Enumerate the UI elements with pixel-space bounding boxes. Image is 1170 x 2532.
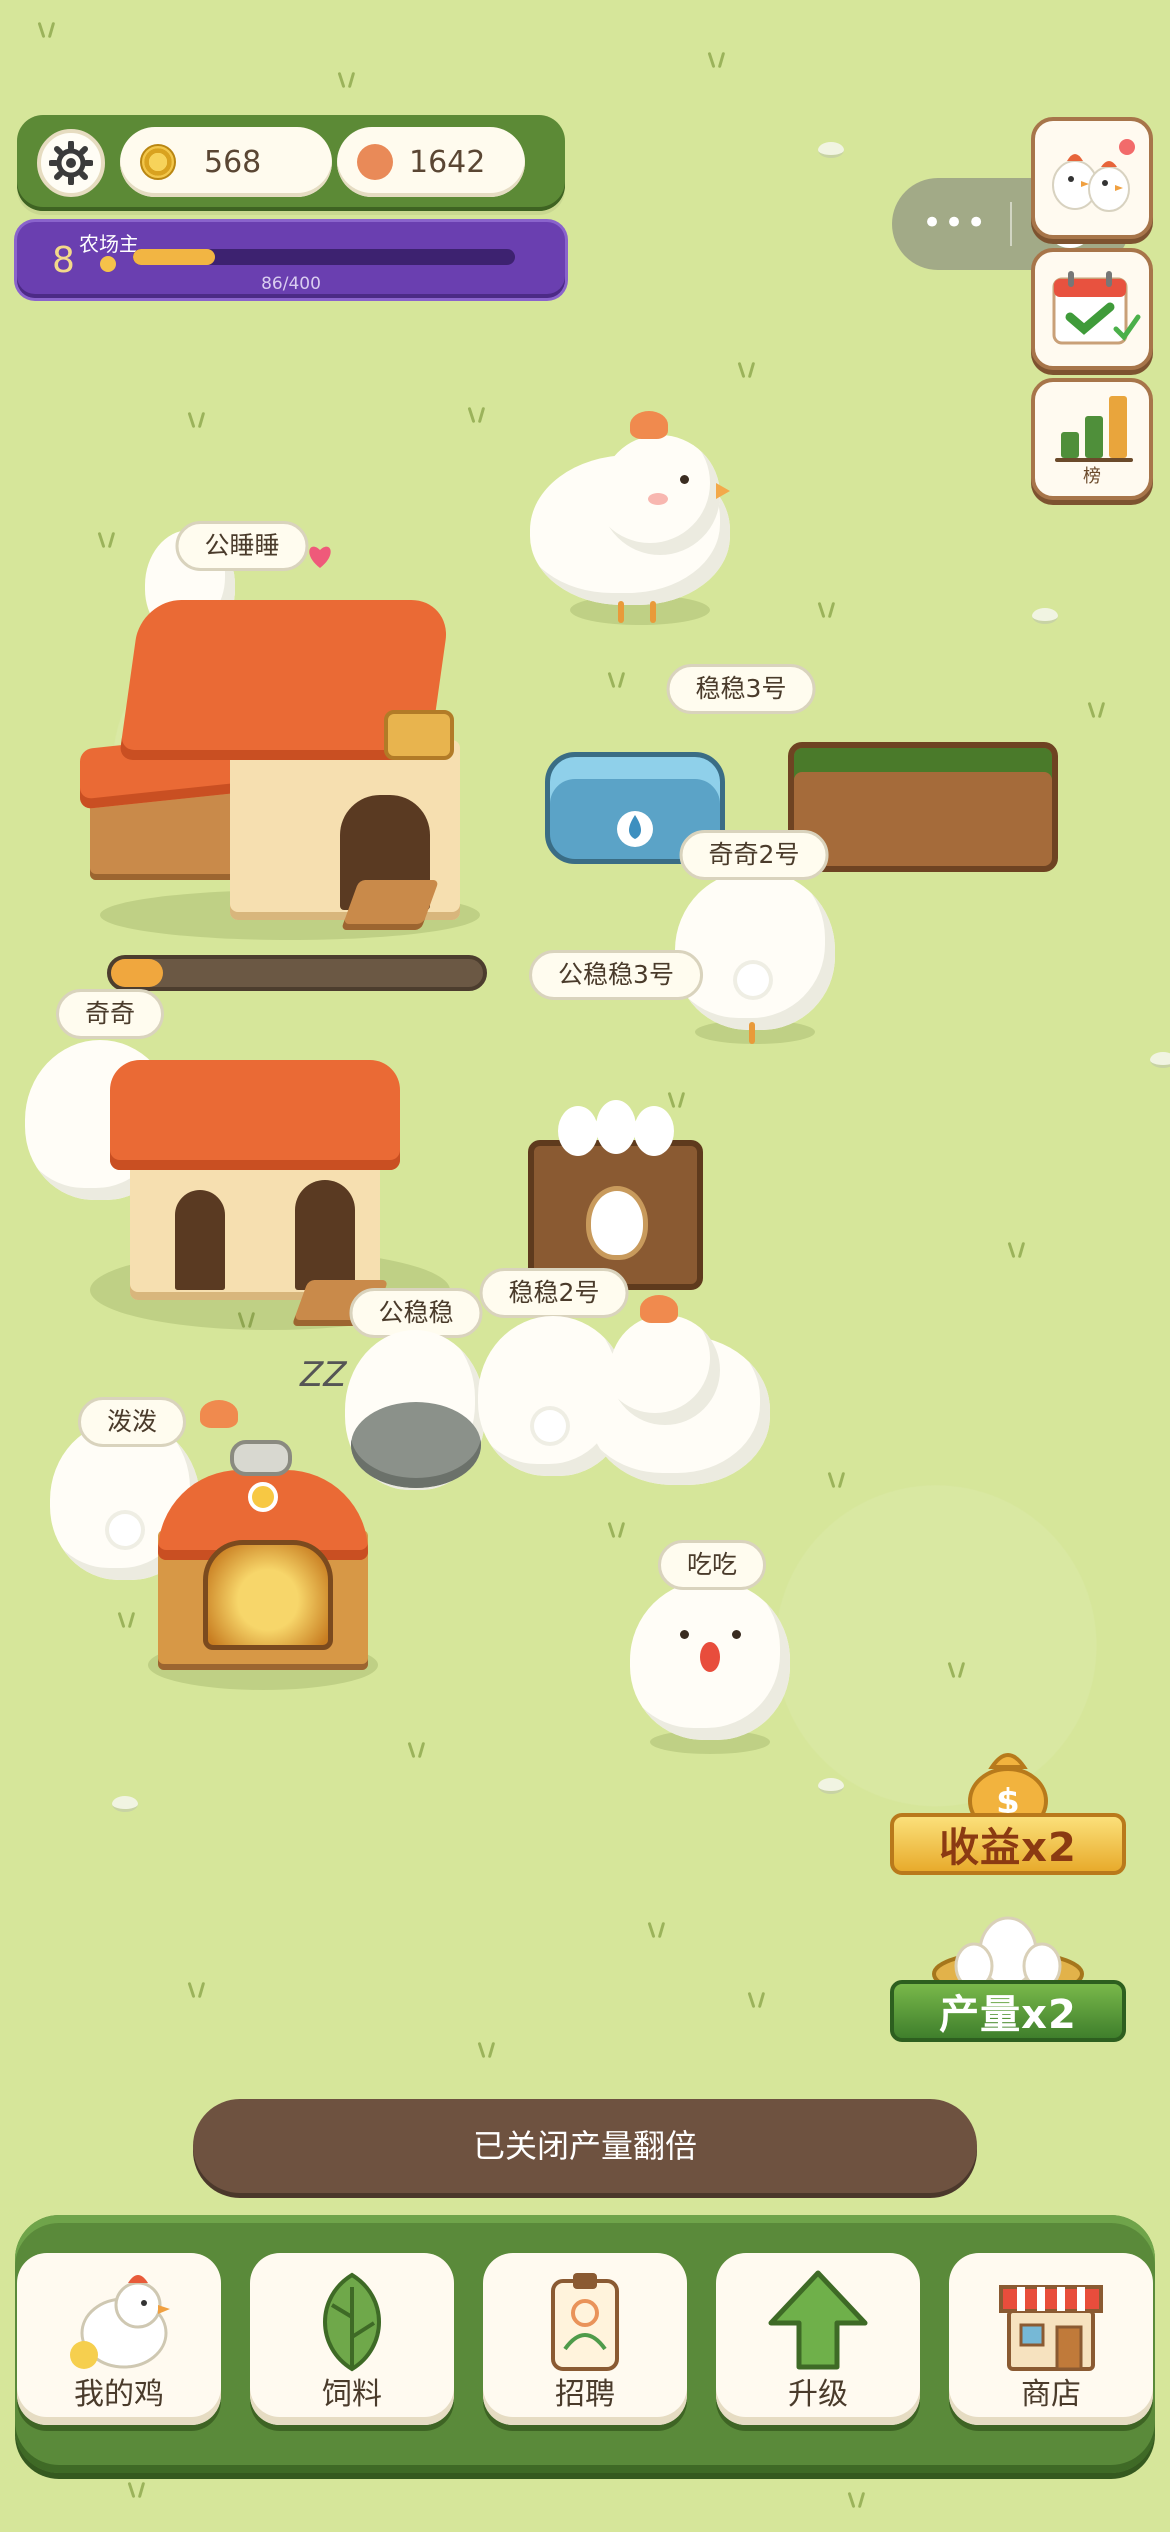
- capsule-divider: [1010, 202, 1012, 246]
- xp-text: 86/400: [261, 274, 321, 294]
- nav-label: 升级: [788, 2377, 848, 2412]
- coop-progress-bar: [107, 955, 487, 991]
- gem-counter[interactable]: 1642: [337, 127, 525, 197]
- nav-my-chickens[interactable]: 我的鸡: [17, 2253, 221, 2425]
- feed-box[interactable]: [788, 742, 1058, 872]
- nav-recruit[interactable]: 招聘: [483, 2253, 687, 2425]
- xp-progress-track: [133, 249, 515, 265]
- chicken-family-button[interactable]: [1031, 117, 1153, 239]
- chicken-chichi[interactable]: [630, 1560, 790, 1760]
- bottom-navigation: 我的鸡 饲料 招聘 升级 商店: [15, 2215, 1155, 2473]
- income-double-label: 收益x2: [890, 1813, 1126, 1875]
- comb: [630, 411, 668, 439]
- id-badge-icon: [551, 2273, 619, 2371]
- chicken-name-tag: 吃吃: [657, 1540, 767, 1590]
- nav-feed[interactable]: 饲料: [250, 2253, 454, 2425]
- level-star-icon: [100, 256, 116, 272]
- income-double-button[interactable]: $ 收益x2: [890, 1745, 1126, 1885]
- chicken-name-tag: 稳稳3号: [666, 664, 816, 714]
- chicken-walking[interactable]: [530, 405, 740, 635]
- incubator[interactable]: [148, 1440, 378, 1690]
- leaderboard-button[interactable]: 榜: [1031, 378, 1153, 500]
- resource-bar: 568 1642: [17, 115, 565, 211]
- water-drop-icon: [617, 811, 653, 847]
- chicken-resting[interactable]: [590, 1295, 770, 1495]
- chicken-qiqi2[interactable]: [675, 860, 835, 1045]
- gem-icon: [357, 144, 393, 180]
- daily-checkin-button[interactable]: [1031, 248, 1153, 370]
- xp-progress-fill: [133, 249, 216, 265]
- nav-label: 饲料: [322, 2377, 382, 2412]
- main-coop[interactable]: [80, 546, 500, 950]
- up-arrow-icon: [768, 2270, 868, 2370]
- nav-upgrade[interactable]: 升级: [716, 2253, 920, 2425]
- leaderboard-label: 榜: [1083, 466, 1101, 487]
- calendar-checkin-icon: [1052, 271, 1141, 345]
- level-title: 农场主: [79, 232, 139, 256]
- coin-icon: [140, 144, 176, 180]
- thermometer-icon: [248, 1482, 278, 1512]
- leaf-icon: [323, 2272, 381, 2372]
- nav-label: 我的鸡: [74, 2377, 164, 2412]
- nav-shop[interactable]: 商店: [949, 2253, 1153, 2425]
- output-double-label: 产量x2: [890, 1980, 1126, 2042]
- chicken-name-tag: 奇奇: [55, 989, 165, 1039]
- leaderboard-icon: [1055, 396, 1133, 462]
- egg-icon: [586, 1186, 648, 1260]
- tail-feathers: [351, 1402, 481, 1488]
- nav-label: 商店: [1021, 2377, 1081, 2412]
- chicken-icon: [70, 2275, 170, 2369]
- coop-progress-fill: [111, 959, 164, 987]
- coin-counter[interactable]: 568: [120, 127, 332, 197]
- toast-message: 已关闭产量翻倍: [193, 2099, 977, 2193]
- chicken-name-tag: 公稳稳3号: [529, 950, 703, 1000]
- egg-sign-icon: [384, 710, 454, 760]
- chicken-name-tag: 奇奇2号: [679, 830, 829, 880]
- gear-icon: [49, 141, 93, 185]
- settings-button[interactable]: [37, 129, 105, 197]
- coin-amount: 568: [204, 144, 262, 180]
- sleep-indicator: ZZ: [300, 1355, 347, 1395]
- nav-label: 招聘: [555, 2377, 615, 2412]
- chickens-family-icon: [1052, 139, 1135, 212]
- gem-amount: 1642: [409, 144, 486, 180]
- more-menu-button[interactable]: •••: [922, 206, 988, 240]
- level-panel[interactable]: 8 农场主 86/400: [17, 222, 565, 298]
- wattle: [700, 1642, 720, 1672]
- incubator-window: [203, 1540, 333, 1650]
- output-double-button[interactable]: 产量x2: [890, 1912, 1126, 2052]
- shop-icon: [999, 2285, 1103, 2371]
- chicken-name-tag: 公睡睡: [175, 521, 309, 571]
